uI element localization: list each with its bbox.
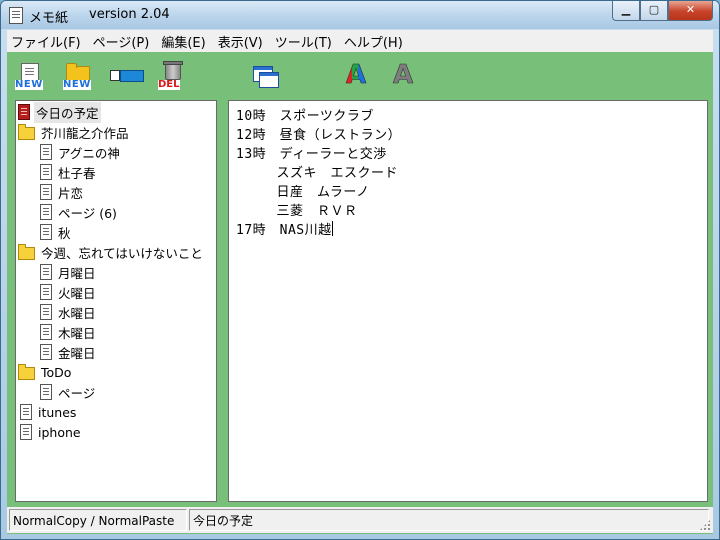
editor-line: 日産 ムラーノ	[236, 185, 370, 200]
page-icon	[40, 324, 52, 340]
editor-line: 13時 ディーラーと交渉	[236, 147, 387, 162]
tree-item[interactable]: 月曜日	[40, 262, 98, 282]
menu-edit[interactable]: 編集(E)	[155, 32, 211, 51]
tree-item-label: iphone	[38, 424, 81, 440]
page-icon	[40, 184, 52, 200]
red-page-icon	[18, 104, 30, 120]
minimize-button[interactable]: ▁	[612, 1, 640, 21]
tree-item[interactable]: 金曜日	[40, 342, 98, 362]
page-icon	[40, 164, 52, 180]
folder-icon	[18, 244, 35, 260]
tree-item[interactable]: ページ (6)	[40, 202, 119, 222]
tree-item[interactable]: 火曜日	[40, 282, 98, 302]
tree-item-label: ページ	[58, 385, 96, 401]
rename-button[interactable]	[108, 60, 144, 92]
page-icon	[40, 384, 52, 400]
menu-file[interactable]: ファイル(F)	[7, 32, 87, 51]
tree-item-label: 月曜日	[58, 265, 96, 281]
tree-item-label: 水曜日	[58, 305, 96, 321]
tree-item-label: 木曜日	[58, 325, 96, 341]
editor-line-last: 17時 NAS川越	[236, 219, 333, 238]
delete-button[interactable]: DEL	[154, 60, 190, 92]
tree-item[interactable]: 木曜日	[40, 322, 98, 342]
status-bar: NormalCopy / NormalPaste 今日の予定	[7, 507, 713, 533]
page-icon	[40, 264, 52, 280]
page-icon	[40, 284, 52, 300]
rename-icon	[110, 70, 144, 82]
trash-icon	[163, 61, 183, 80]
status-current-page: 今日の予定	[189, 509, 709, 531]
editor-line: 三菱 ＲＶＲ	[236, 204, 358, 219]
page-icon	[40, 204, 52, 220]
maximize-button[interactable]: ▢	[640, 1, 668, 21]
tree-item[interactable]: アグニの神	[40, 142, 122, 162]
tree-item-label: 秋	[58, 225, 71, 241]
font-color-button[interactable]: A	[340, 60, 376, 92]
tree-folder[interactable]: 今週、忘れてはいけないこと	[18, 242, 205, 262]
delete-label: DEL	[158, 79, 180, 90]
memo-editor[interactable]: 10時 スポーツクラブ 12時 昼食（レストラン） 13時 ディーラーと交渉 ス…	[228, 100, 708, 502]
tree-item[interactable]: 秋	[40, 222, 73, 242]
editor-line: 12時 昼食（レストラン）	[236, 128, 402, 143]
folder-icon	[18, 124, 35, 140]
tree-item-label: 片恋	[58, 185, 84, 201]
editor-line: 10時 スポーツクラブ	[236, 109, 374, 124]
tree-item[interactable]: 水曜日	[40, 302, 98, 322]
window-title: メモ紙	[29, 11, 69, 26]
status-copy-mode: NormalCopy / NormalPaste	[9, 509, 187, 531]
editor-line-text: 17時 NAS川越	[236, 223, 332, 238]
tree-item-label: 今日の予定	[34, 101, 101, 123]
menu-page[interactable]: ページ(P)	[87, 32, 156, 51]
app-icon[interactable]	[9, 7, 23, 24]
title-bar[interactable]: メモ紙 version 2.04 ▁ ▢ ✕	[1, 1, 719, 29]
new-page-button[interactable]: NEW	[13, 60, 49, 92]
font-button[interactable]: A	[387, 60, 423, 92]
text-caret	[331, 221, 333, 236]
tree-item[interactable]: ページ	[40, 382, 97, 402]
page-tree[interactable]: 今日の予定 芥川龍之介作品 アグニの神 杜子春 片恋 ページ (6) 秋 今週、…	[15, 100, 217, 502]
tree-item[interactable]: 杜子春	[40, 162, 98, 182]
menu-view[interactable]: 表示(V)	[212, 32, 269, 51]
tree-item-label: 火曜日	[58, 285, 96, 301]
font-icon: A	[393, 60, 414, 91]
tree-item-label: 金曜日	[58, 345, 96, 361]
window-controls: ▁ ▢ ✕	[612, 1, 713, 21]
editor-line: スズキ エスクード	[236, 166, 399, 181]
menu-bar: ファイル(F) ページ(P) 編集(E) 表示(V) ツール(T) ヘルプ(H)	[7, 30, 713, 52]
tree-item-label: 芥川龍之介作品	[41, 125, 129, 141]
windows-button[interactable]	[247, 60, 283, 92]
tree-item-label: アグニの神	[58, 145, 120, 161]
tree-item[interactable]: 片恋	[40, 182, 85, 202]
close-button[interactable]: ✕	[668, 1, 713, 21]
menu-tools[interactable]: ツール(T)	[269, 32, 338, 51]
page-icon	[20, 424, 32, 440]
tree-item[interactable]: iphone	[20, 422, 83, 442]
client-area: NEW NEW DEL A A 今日の予定 芥川龍之介作品 アグニの神 杜子春 …	[7, 52, 713, 534]
page-icon	[40, 344, 52, 360]
tree-item-label: ToDo	[41, 364, 72, 380]
new-folder-button[interactable]: NEW	[61, 60, 97, 92]
page-icon	[40, 304, 52, 320]
app-window: メモ紙 version 2.04 ▁ ▢ ✕ ファイル(F) ページ(P) 編集…	[0, 0, 720, 540]
page-icon	[40, 144, 52, 160]
tree-folder[interactable]: 芥川龍之介作品	[18, 122, 131, 142]
tree-item-label: 今週、忘れてはいけないこと	[41, 245, 203, 261]
folder-icon	[18, 364, 35, 380]
font-color-icon: A	[346, 60, 367, 91]
tree-item-label: ページ (6)	[58, 205, 117, 221]
tree-item[interactable]: 今日の予定	[18, 101, 101, 123]
new-folder-label: NEW	[63, 79, 91, 90]
menu-help[interactable]: ヘルプ(H)	[338, 32, 409, 51]
tree-item-label: 杜子春	[58, 165, 96, 181]
tree-item-label: itunes	[38, 404, 77, 420]
tree-item[interactable]: itunes	[20, 402, 78, 422]
window-version: version 2.04	[89, 7, 170, 22]
new-page-label: NEW	[15, 79, 43, 90]
page-icon	[20, 404, 32, 420]
page-icon	[40, 224, 52, 240]
tree-folder[interactable]: ToDo	[18, 362, 73, 382]
